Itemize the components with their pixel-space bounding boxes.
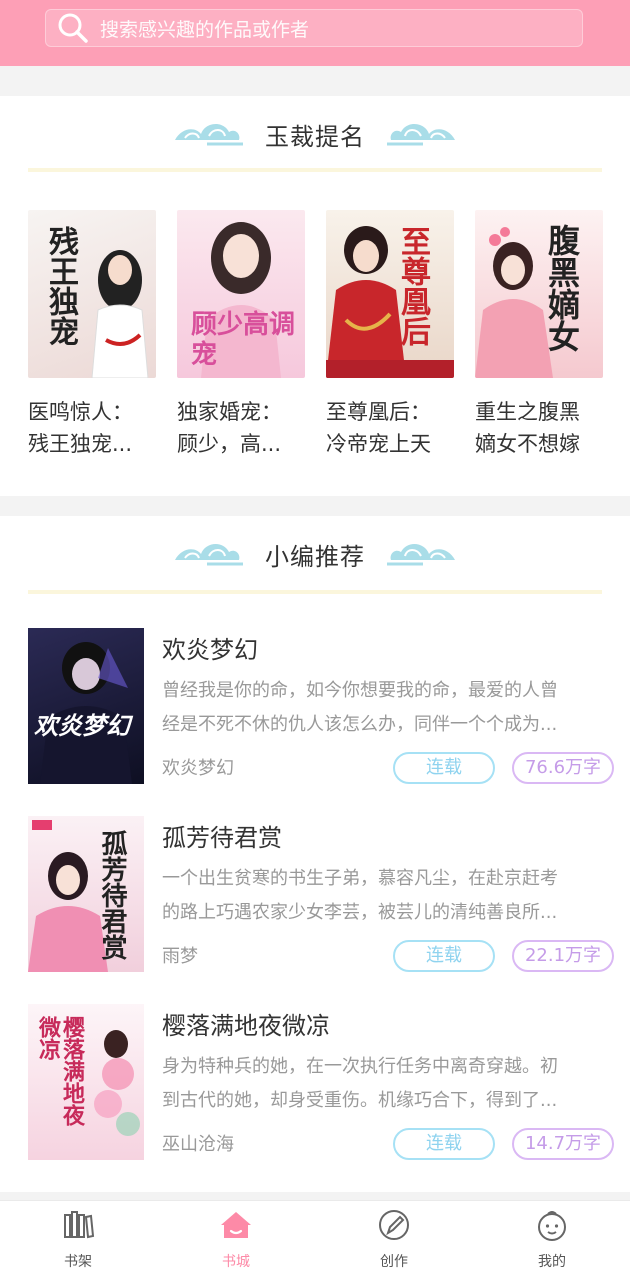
cover-title: 残王独宠 [43, 226, 78, 346]
featured-title-row: 玉裁提名 [0, 114, 630, 154]
word-count-badge: 76.6万字 [512, 752, 614, 784]
cover-title: 樱落满地夜微凉 [35, 1016, 85, 1126]
search-icon [58, 13, 88, 43]
book-author: 欢炎梦幻 [162, 758, 234, 779]
book-author: 雨梦 [162, 946, 198, 967]
recommend-title-row: 小编推荐 [0, 534, 630, 574]
book-title[interactable]: 欢炎梦幻 [162, 630, 258, 665]
book-title[interactable]: 医鸣惊人： 残王独宠... [28, 396, 156, 460]
book-cover[interactable]: 樱落满地夜微凉 [28, 1004, 144, 1160]
book-description: 曾经我是你的命，如今你想要我的命，最爱的人曾 经是不死不休的仇人该怎么办，同伴一… [162, 680, 558, 735]
word-count-badge: 14.7万字 [512, 1128, 614, 1160]
status-badge: 连载 [393, 940, 495, 972]
featured-grid: 残王独宠 医鸣惊人： 残王独宠... 顾少高调宠 独家婚宠： 顾少，高... 至… [28, 210, 608, 470]
bottom-nav: 书架 书城 创作 我的 [0, 1200, 630, 1280]
status-badge: 连载 [393, 752, 495, 784]
nav-label: 书城 [222, 1254, 250, 1270]
cloud-ornament-icon [387, 123, 455, 146]
book-title[interactable]: 独家婚宠： 顾少，高... [177, 396, 305, 460]
recommend-section: 小编推荐 欢炎梦幻 欢炎梦幻 曾经我是你的命，如今你想要我的命，最爱的人曾 经是… [0, 516, 630, 1192]
book-title[interactable]: 至尊凰后： 冷帝宠上天 [326, 396, 454, 460]
pen-icon [379, 1210, 409, 1240]
cover-title: 孤芳待君赏 [97, 830, 127, 960]
house-icon [221, 1212, 251, 1238]
search-bar[interactable]: 搜索感兴趣的作品或作者 [45, 9, 583, 47]
book-title[interactable]: 樱落满地夜微凉 [162, 1006, 330, 1041]
nav-item-create[interactable]: 创作 [344, 1207, 444, 1271]
cover-title: 顾少高调宠 [191, 310, 296, 370]
section-title: 小编推荐 [265, 542, 365, 571]
cloud-ornament-icon [175, 543, 243, 566]
book-description: 一个出生贫寒的书生子弟，慕容凡尘，在赴京赶考 的路上巧遇农家少女李芸，被芸儿的清… [162, 868, 558, 923]
cover-title: 至尊凰后 [395, 226, 430, 346]
book-cover[interactable]: 残王独宠 [28, 210, 156, 378]
featured-section: 玉裁提名 残王独宠 医鸣惊人： 残王独宠... 顾少高调宠 独家婚宠： 顾少，高… [0, 96, 630, 496]
cover-title: 欢炎梦幻 [34, 711, 130, 740]
list-item[interactable]: 孤芳待君赏 孤芳待君赏 一个出生贫寒的书生子弟，慕容凡尘，在赴京赶考 的路上巧遇… [28, 816, 614, 972]
baby-face-icon [538, 1211, 566, 1241]
grid-book-item[interactable]: 顾少高调宠 独家婚宠： 顾少，高... [177, 210, 305, 460]
nav-item-bookshelf[interactable]: 书架 [28, 1207, 128, 1271]
book-title[interactable]: 重生之腹黑 嫡女不想嫁 [475, 396, 603, 460]
book-cover[interactable]: 至尊凰后 [326, 210, 454, 378]
book-cover[interactable]: 孤芳待君赏 [28, 816, 144, 972]
book-title[interactable]: 孤芳待君赏 [162, 818, 282, 853]
status-badge: 连载 [393, 1128, 495, 1160]
book-cover[interactable]: 腹黑嫡女 [475, 210, 603, 378]
list-item[interactable]: 欢炎梦幻 欢炎梦幻 曾经我是你的命，如今你想要我的命，最爱的人曾 经是不死不休的… [28, 628, 614, 784]
grid-book-item[interactable]: 腹黑嫡女 重生之腹黑 嫡女不想嫁 [475, 210, 603, 460]
bookshelf-icon [64, 1211, 95, 1239]
section-title: 玉裁提名 [265, 122, 365, 151]
word-count-badge: 22.1万字 [512, 940, 614, 972]
nav-label: 我的 [538, 1254, 566, 1270]
section-divider [28, 590, 602, 594]
book-cover[interactable]: 顾少高调宠 [177, 210, 305, 378]
book-description: 身为特种兵的她，在一次执行任务中离奇穿越。初 到古代的她，却身受重伤。机缘巧合下… [162, 1056, 558, 1111]
nav-item-mine[interactable]: 我的 [502, 1207, 602, 1271]
top-header: 搜索感兴趣的作品或作者 [0, 0, 630, 66]
grid-book-item[interactable]: 残王独宠 医鸣惊人： 残王独宠... [28, 210, 156, 460]
cover-title: 腹黑嫡女 [543, 224, 581, 352]
cloud-ornament-icon [175, 123, 243, 146]
nav-label: 书架 [64, 1254, 92, 1270]
list-item[interactable]: 樱落满地夜微凉 樱落满地夜微凉 身为特种兵的她，在一次执行任务中离奇穿越。初 到… [28, 1004, 614, 1160]
cloud-ornament-icon [387, 543, 455, 566]
section-divider [28, 168, 602, 172]
nav-label: 创作 [380, 1254, 408, 1270]
grid-book-item[interactable]: 至尊凰后 至尊凰后： 冷帝宠上天 [326, 210, 454, 460]
book-author: 巫山沧海 [162, 1134, 234, 1155]
nav-item-bookstore[interactable]: 书城 [186, 1207, 286, 1271]
search-placeholder[interactable]: 搜索感兴趣的作品或作者 [100, 15, 309, 42]
book-cover[interactable]: 欢炎梦幻 [28, 628, 144, 784]
